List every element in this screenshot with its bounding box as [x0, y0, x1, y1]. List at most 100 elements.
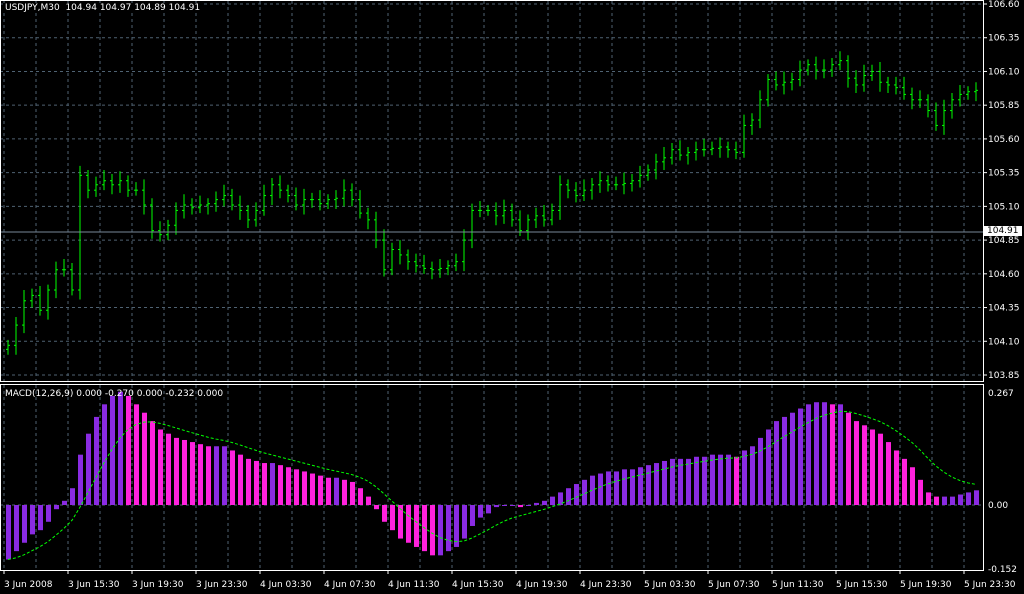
price-bar	[702, 138, 706, 157]
macd-bar	[894, 450, 899, 505]
price-bar	[822, 59, 826, 79]
macd-bar	[830, 404, 835, 505]
macd-bar	[358, 488, 363, 505]
price-bar	[438, 258, 442, 278]
time-axis-label: 5 Jun 23:30	[964, 580, 1016, 590]
price-bar	[526, 214, 530, 241]
macd-bar	[694, 456, 699, 505]
price-bar	[214, 191, 218, 212]
price-bar	[902, 76, 906, 100]
price-bar	[782, 71, 786, 95]
price-axis-label: 104.85	[988, 236, 1020, 246]
chart-canvas[interactable]: 106.60 106.35 106.10 105.85 105.60 105.35 105.…	[0, 0, 1024, 594]
price-bar	[430, 261, 434, 280]
macd-bar	[646, 465, 651, 505]
price-bar	[294, 187, 298, 211]
macd-bar	[54, 505, 59, 510]
macd-bar	[662, 460, 667, 505]
macd-bar	[950, 496, 955, 505]
macd-bar	[342, 479, 347, 505]
time-axis-label: 4 Jun 11:30	[388, 580, 440, 590]
time-axis-label: 3 Jun 23:30	[196, 580, 248, 590]
macd-value: 0.000	[136, 389, 163, 399]
symbol-info: USDJPY,M30 104.94 104.97 104.89 104.91	[3, 3, 203, 13]
macd-bar	[718, 454, 723, 505]
macd-bar	[78, 454, 83, 505]
macd-bar	[606, 471, 611, 505]
price-bar	[910, 87, 914, 110]
macd-bar	[318, 475, 323, 505]
price-bar	[310, 192, 314, 208]
price-bar	[598, 171, 602, 193]
price-bar	[950, 93, 954, 119]
macd-bar	[510, 505, 515, 506]
price-bar	[582, 179, 586, 201]
macd-bar	[142, 412, 147, 505]
price-bar	[78, 165, 82, 300]
price-bar	[46, 284, 50, 320]
price-bar	[678, 140, 682, 161]
time-axis-label: 4 Jun 19:30	[516, 580, 568, 590]
price-bar	[446, 260, 450, 276]
low-price: 104.89	[134, 3, 166, 13]
price-bar	[502, 199, 506, 224]
time-axis-label: 4 Jun 23:30	[580, 580, 632, 590]
macd-bar	[278, 465, 283, 505]
macd-bar	[774, 421, 779, 505]
price-bar	[798, 60, 802, 87]
price-bar	[198, 195, 202, 214]
macd-bar	[94, 416, 99, 505]
macd-bar	[766, 429, 771, 505]
macd-bar	[614, 471, 619, 505]
open-price: 104.94	[65, 3, 97, 13]
price-axis-label: 106.35	[988, 34, 1020, 44]
macd-bar	[374, 505, 379, 510]
price-bar	[510, 203, 514, 227]
price-bar	[878, 62, 882, 92]
macd-bar	[150, 421, 155, 505]
macd-bar	[326, 477, 331, 505]
macd-bar	[14, 505, 19, 552]
price-axis-label: 105.60	[988, 135, 1020, 145]
price-bar	[422, 254, 426, 274]
current-price-label: 104.91	[984, 226, 1022, 236]
macd-info: MACD(12,26,9) 0.000 -0.270 0.000 -0.232 …	[3, 389, 225, 399]
price-bar	[262, 184, 266, 216]
price-bar	[22, 290, 26, 334]
price-bar	[222, 184, 226, 207]
macd-bar	[310, 473, 315, 505]
price-bar	[54, 261, 58, 299]
price-axis-label: 104.35	[988, 304, 1020, 314]
price-bar	[726, 141, 730, 158]
macd-bar	[334, 477, 339, 505]
macd-bar	[182, 439, 187, 505]
macd-bar	[254, 460, 259, 505]
price-bar	[734, 141, 738, 160]
macd-axis-label: -0.152	[988, 565, 1017, 575]
price-bar	[462, 229, 466, 272]
macd-bar	[166, 433, 171, 505]
macd-bar	[222, 446, 227, 505]
macd-bar	[382, 505, 387, 522]
macd-bar	[902, 458, 907, 505]
price-bar	[814, 56, 818, 80]
price-bar	[158, 221, 162, 242]
price-bar	[230, 188, 234, 211]
price-bar	[790, 72, 794, 91]
price-bar	[958, 84, 962, 107]
macd-bar	[974, 490, 979, 505]
price-bar	[286, 184, 290, 203]
macd-bar	[46, 505, 51, 522]
price-bar	[542, 205, 546, 227]
macd-bar	[246, 458, 251, 505]
trading-chart-window[interactable]: 106.60 106.35 106.10 105.85 105.60 105.35 105.…	[0, 0, 1024, 594]
price-bar	[686, 147, 690, 165]
macd-bar	[886, 442, 891, 505]
macd-bar	[710, 454, 715, 505]
price-axis-label: 105.35	[988, 169, 1020, 179]
macd-bar	[678, 458, 683, 505]
macd-bar	[398, 505, 403, 539]
price-bar	[86, 169, 90, 199]
macd-bar	[526, 505, 531, 506]
macd-bar	[878, 433, 883, 505]
